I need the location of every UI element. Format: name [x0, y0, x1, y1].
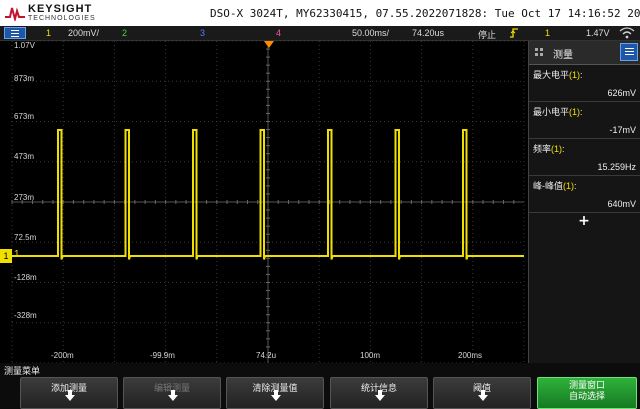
brand-subtitle: TECHNOLOGIES	[28, 15, 96, 22]
volt-label: -128m	[14, 273, 37, 282]
ch3-number[interactable]: 3	[200, 28, 205, 38]
measurement-value: 626mV	[607, 88, 636, 98]
device-info-line: DSO-X 3024T, MY62330415, 07.55.202207182…	[210, 7, 640, 20]
brand-name: KEYSIGHT	[28, 3, 93, 15]
measurement-panel: 测量 最大电平(1): 626mV 最小电平(1): -17mV 频率(1): …	[528, 41, 640, 363]
volt-label: 673m	[14, 112, 35, 121]
grid-icon	[535, 48, 543, 56]
waveform-display[interactable]: 1.07V 873m 673m 473m 273m 72.5m -128m -3…	[0, 41, 528, 363]
time-label: 74.2u	[256, 351, 277, 360]
keysight-logo: KEYSIGHT TECHNOLOGIES	[2, 2, 122, 24]
run-state[interactable]: 停止	[478, 28, 496, 41]
measurement-value: 15.259Hz	[597, 162, 636, 172]
softkey-add-measurement[interactable]: 添加测量	[20, 377, 118, 409]
measurement-value: -17mV	[609, 125, 636, 135]
measurement-panel-header: 测量	[529, 41, 640, 65]
measurement-label: 频率(1):	[533, 144, 565, 154]
softkey-statistics[interactable]: 统计信息	[330, 377, 428, 409]
measurement-item[interactable]: 最小电平(1): -17mV	[529, 102, 640, 139]
ch1-scale[interactable]: 200mV/	[68, 28, 99, 38]
measurement-item[interactable]: 最大电平(1): 626mV	[529, 65, 640, 102]
volt-label: 473m	[14, 152, 35, 161]
main-menu-button[interactable]	[4, 27, 26, 39]
measurement-item[interactable]: 频率(1): 15.259Hz	[529, 139, 640, 176]
ch1-number[interactable]: 1	[46, 28, 51, 38]
panel-menu-icon[interactable]	[620, 43, 638, 61]
measurement-item[interactable]: 峰-峰值(1): 640mV	[529, 176, 640, 213]
time-label: 200ms	[458, 351, 483, 360]
softkey-edit-measurement[interactable]: 编辑测量	[123, 377, 221, 409]
instrument-header: KEYSIGHT TECHNOLOGIES DSO-X 3024T, MY623…	[0, 0, 640, 26]
time-delay[interactable]: 74.20us	[412, 28, 444, 38]
keysight-wave-icon	[5, 7, 25, 21]
ch4-number[interactable]: 4	[276, 28, 281, 38]
measurement-label: 最小电平(1):	[533, 107, 583, 117]
ch1-ground-marker[interactable]: 1	[0, 249, 12, 263]
measurement-value: 640mV	[607, 199, 636, 209]
volt-label: 273m	[14, 193, 35, 202]
channel-status-bar: 1 200mV/ 2 3 4 50.00ms/ 74.20us 停止 1 1.4…	[0, 26, 640, 41]
arrow-down-icon	[271, 390, 281, 401]
time-label: -200m	[51, 351, 74, 360]
measurement-label: 峰-峰值(1):	[533, 181, 577, 191]
softkey-menu-title: 测量菜单	[4, 366, 41, 376]
measurement-label: 最大电平(1):	[533, 70, 583, 80]
ch2-number[interactable]: 2	[122, 28, 127, 38]
softkey-threshold[interactable]: 阈值	[433, 377, 531, 409]
ch1-ground-label: 1	[3, 251, 9, 261]
volt-label: 72.5m	[14, 233, 37, 242]
wifi-status-icon	[618, 26, 636, 42]
trigger-position-marker[interactable]	[264, 41, 274, 48]
softkey-measurement-window[interactable]: 测量窗口 自动选择	[537, 377, 637, 409]
measurement-panel-title: 测量	[553, 50, 573, 61]
volt-label: 1.07V	[14, 41, 35, 50]
softkey-bar: 测量菜单 添加测量 编辑测量 清除测量值 统计信息 阈值 测量窗口 自动选择	[0, 363, 640, 409]
softkey-clear-measurements[interactable]: 清除测量值	[226, 377, 324, 409]
arrow-down-icon	[478, 390, 488, 401]
graticule-grid	[11, 41, 525, 363]
trigger-source[interactable]: 1	[545, 28, 550, 38]
time-label: 100m	[360, 351, 381, 360]
rising-edge-trigger-icon	[509, 28, 519, 40]
trigger-level[interactable]: 1.47V	[586, 28, 610, 38]
volt-label: 873m	[14, 74, 35, 83]
time-label: -99.9m	[150, 351, 175, 360]
time-scale[interactable]: 50.00ms/	[352, 28, 389, 38]
arrow-down-icon	[375, 390, 385, 401]
arrow-down-icon	[65, 390, 75, 401]
add-measurement-button[interactable]: +	[529, 213, 639, 235]
ch1-trace-label: 1	[14, 249, 20, 260]
arrow-down-icon	[168, 390, 178, 401]
volt-label: -328m	[14, 311, 37, 320]
